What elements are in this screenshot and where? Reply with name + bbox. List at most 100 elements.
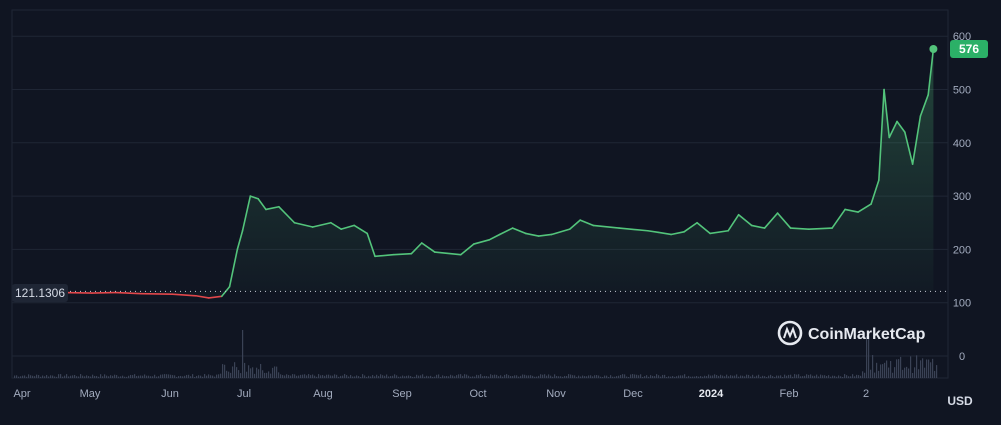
volume-bar xyxy=(204,374,206,378)
volume-bar xyxy=(160,374,162,378)
volume-bar xyxy=(768,375,770,378)
volume-bar xyxy=(906,366,908,378)
volume-bar xyxy=(62,376,64,378)
volume-bar xyxy=(76,376,78,378)
volume-bar xyxy=(830,376,832,378)
svg-text:121.1306: 121.1306 xyxy=(15,286,65,300)
volume-bar xyxy=(74,374,76,378)
volume-bar xyxy=(742,375,744,378)
volume-bar xyxy=(654,376,656,378)
volume-bar xyxy=(690,376,692,378)
volume-bar xyxy=(736,374,738,378)
volume-bar xyxy=(934,370,936,378)
volume-bar xyxy=(246,371,248,378)
volume-bar xyxy=(442,375,444,378)
volume-bar xyxy=(838,375,840,378)
volume-bar xyxy=(734,375,736,378)
price-chart-svg: 6005004003002001000Apr May Jun Jul Aug Sep Oct… xyxy=(11,9,988,408)
volume-bar xyxy=(412,376,414,378)
volume-bar xyxy=(820,374,822,378)
volume-bar xyxy=(580,376,582,378)
volume-bar xyxy=(188,374,190,378)
volume-bar xyxy=(114,374,116,378)
volume-bar xyxy=(336,374,338,378)
price-area-fill xyxy=(14,49,934,298)
volume-bar xyxy=(556,375,558,378)
volume-bar xyxy=(896,359,898,378)
volume-bar xyxy=(754,376,756,378)
volume-bar xyxy=(784,374,786,378)
volume-bar xyxy=(224,364,226,378)
volume-bar xyxy=(372,375,374,378)
volume-bar xyxy=(870,369,872,378)
volume-bar xyxy=(752,374,754,378)
volume-bar xyxy=(234,362,236,378)
volume-bar xyxy=(884,362,886,378)
volume-bar xyxy=(20,376,22,378)
volume-bar xyxy=(154,374,156,378)
volume-bar xyxy=(582,375,584,378)
x-tick-label: Apr xyxy=(13,388,30,400)
volume-bar xyxy=(882,364,884,378)
volume-bar xyxy=(782,376,784,378)
volume-bar xyxy=(48,376,50,378)
volume-bar xyxy=(542,374,544,378)
volume-bar xyxy=(66,374,68,378)
volume-bar xyxy=(338,376,340,378)
volume-bar xyxy=(502,376,504,378)
volume-bar xyxy=(266,372,268,378)
volume-bar xyxy=(202,376,204,378)
volume-bar xyxy=(798,374,800,378)
volume-bar xyxy=(280,374,282,378)
volume-bar xyxy=(164,374,166,378)
volume-bar xyxy=(102,376,104,378)
volume-bar xyxy=(932,358,934,378)
volume-bar xyxy=(210,375,212,378)
volume-bar xyxy=(380,374,382,378)
volume-bar xyxy=(570,374,572,378)
volume-bar xyxy=(668,376,670,378)
x-tick-label: May xyxy=(80,388,101,400)
volume-bar xyxy=(466,374,468,378)
volume-bar xyxy=(152,376,154,378)
volume-bar xyxy=(346,375,348,378)
volume-bar xyxy=(860,375,862,378)
volume-bar xyxy=(550,375,552,378)
volume-bar xyxy=(282,375,284,378)
volume-bar xyxy=(384,375,386,378)
volume-bar xyxy=(762,375,764,378)
volume-bar xyxy=(444,376,446,378)
volume-bar xyxy=(892,372,894,378)
volume-bar xyxy=(880,364,882,378)
volume-bar xyxy=(708,374,710,378)
volume-bar xyxy=(558,376,560,378)
volume-bar xyxy=(676,376,678,378)
volume-bar xyxy=(104,374,106,378)
volume-bar xyxy=(88,376,90,378)
volume-bar xyxy=(482,376,484,378)
x-tick-label: Sep xyxy=(392,388,412,400)
volume-bar xyxy=(422,374,424,378)
volume-bar xyxy=(856,374,858,378)
volume-bar xyxy=(846,375,848,378)
volume-bar xyxy=(524,374,526,378)
volume-bar xyxy=(926,359,928,378)
volume-bar xyxy=(82,375,84,378)
volume-bar xyxy=(56,376,58,378)
y-tick-label: 300 xyxy=(953,191,971,203)
volume-bar xyxy=(200,375,202,378)
volume-bar xyxy=(454,376,456,378)
volume-bar xyxy=(14,375,16,378)
volume-bar xyxy=(184,375,186,378)
volume-bar xyxy=(262,370,264,378)
y-tick-label: 400 xyxy=(953,138,971,150)
volume-bar xyxy=(684,374,686,378)
volume-bar xyxy=(352,376,354,378)
volume-bar xyxy=(490,374,492,378)
volume-bar xyxy=(314,375,316,378)
volume-bar xyxy=(18,376,20,378)
brand-name: CoinMarketCap xyxy=(808,326,926,343)
volume-bar xyxy=(794,374,796,378)
volume-bar xyxy=(390,375,392,378)
volume-bar xyxy=(332,375,334,378)
